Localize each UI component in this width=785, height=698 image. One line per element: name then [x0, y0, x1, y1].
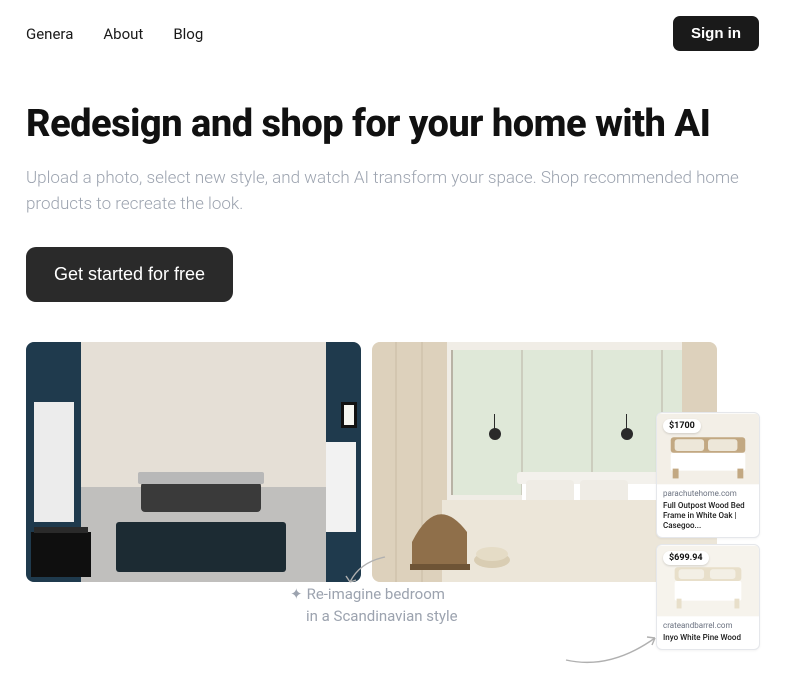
before-image: [26, 342, 361, 582]
product-card[interactable]: $1700 parachutehome.com Full Outpost Woo…: [656, 412, 760, 538]
product-title: Full Outpost Wood Bed Frame in White Oak…: [663, 501, 753, 531]
brand-link[interactable]: Genera: [26, 25, 73, 43]
nav-link-about[interactable]: About: [103, 25, 143, 43]
product-store: crateandbarrel.com: [663, 621, 753, 631]
sparkle-icon: ✦: [290, 585, 303, 603]
nav-left: Genera About Blog: [26, 25, 203, 43]
product-store: parachutehome.com: [663, 489, 753, 499]
product-title: Inyo White Pine Wood: [663, 633, 753, 643]
product-card[interactable]: $699.94 crateandbarrel.com Inyo White Pi…: [656, 544, 760, 650]
cta-button[interactable]: Get started for free: [26, 247, 233, 302]
hero: Redesign and shop for your home with AI …: [0, 67, 785, 312]
nav-link-blog[interactable]: Blog: [173, 25, 203, 43]
product-info: crateandbarrel.com Inyo White Pine Wood: [657, 617, 759, 649]
price-chip: $699.94: [663, 551, 709, 565]
arrow-icon: [560, 630, 660, 670]
caption-line2: in a Scandinavian style: [306, 607, 458, 625]
style-caption: ✦Re-imagine bedroom in a Scandinavian st…: [290, 584, 458, 628]
product-thumb: $1700: [657, 413, 759, 485]
showcase: ✦Re-imagine bedroom in a Scandinavian st…: [0, 312, 785, 692]
product-info: parachutehome.com Full Outpost Wood Bed …: [657, 485, 759, 537]
sign-in-button[interactable]: Sign in: [673, 16, 759, 51]
hero-heading: Redesign and shop for your home with AI: [26, 103, 759, 147]
top-nav: Genera About Blog Sign in: [0, 0, 785, 67]
product-cards: $1700 parachutehome.com Full Outpost Woo…: [656, 412, 760, 650]
hero-subtext: Upload a photo, select new style, and wa…: [26, 165, 746, 218]
product-thumb: $699.94: [657, 545, 759, 617]
caption-line1: Re-imagine bedroom: [307, 585, 445, 603]
price-chip: $1700: [663, 419, 701, 433]
